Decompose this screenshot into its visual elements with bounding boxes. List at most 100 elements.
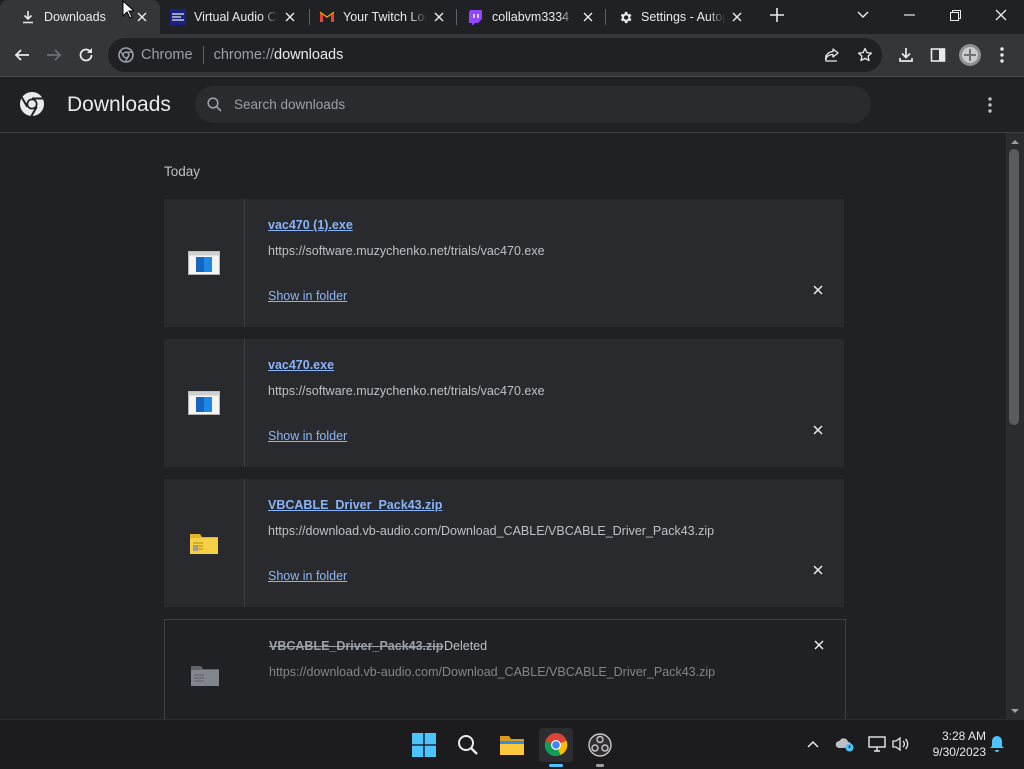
twitch-icon: [468, 9, 484, 25]
download-source-url[interactable]: https://software.muzychenko.net/trials/v…: [268, 244, 545, 258]
site-chip[interactable]: Chrome: [118, 47, 193, 63]
tab-virtual-audio-cable[interactable]: Virtual Audio Cable: [150, 0, 308, 34]
remove-from-list-button[interactable]: [807, 419, 829, 441]
download-filename-deleted: VBCABLE_Driver_Pack43.zip: [269, 639, 444, 653]
chrome-icon[interactable]: [539, 728, 573, 762]
share-icon[interactable]: [824, 47, 840, 63]
tab-title: Settings - Autoplay: [641, 10, 725, 24]
zip-folder-icon: [190, 663, 220, 687]
active-app-indicator: [549, 764, 563, 767]
close-tab-icon[interactable]: [431, 9, 447, 25]
running-app-indicator: [596, 764, 604, 767]
mouse-cursor-icon: [122, 0, 134, 19]
remove-from-list-button[interactable]: [808, 634, 830, 656]
scroll-up-arrow-icon[interactable]: [1010, 137, 1020, 147]
downloads-toolbar-button[interactable]: [890, 39, 922, 71]
chrome-logo-icon: [19, 91, 45, 117]
download-status: Deleted: [444, 639, 488, 653]
vac-site-icon: [170, 9, 186, 25]
download-icon: [20, 9, 36, 25]
remove-from-list-button[interactable]: [807, 559, 829, 581]
chrome-icon: [118, 47, 134, 63]
download-filename-link[interactable]: vac470 (1).exe: [268, 218, 353, 232]
url-host: downloads: [274, 47, 344, 63]
search-placeholder: Search downloads: [234, 97, 346, 112]
tab-title: collabvm3334: [492, 10, 570, 24]
zip-folder-icon: [189, 531, 219, 555]
notification-bell-icon[interactable]: [986, 732, 1008, 756]
downloads-list: Today vac470 (1).exe https://software.mu…: [0, 133, 1006, 719]
reload-button[interactable]: [70, 39, 102, 71]
windows-start-icon[interactable]: [407, 728, 441, 762]
file-icon-cell: [164, 199, 245, 327]
show-in-folder-link[interactable]: Show in folder: [268, 289, 347, 303]
obs-icon[interactable]: [583, 728, 617, 762]
download-filename-link[interactable]: VBCABLE_Driver_Pack43.zip: [268, 498, 442, 512]
gmail-icon: [319, 9, 335, 25]
new-tab-button[interactable]: [760, 0, 794, 30]
forward-button[interactable]: [38, 39, 70, 71]
tab-title: Your Twitch Login: [343, 10, 427, 24]
side-panel-button[interactable]: [922, 39, 954, 71]
windows-taskbar: 3:28 AM 9/30/2023: [0, 719, 1024, 769]
back-button[interactable]: [6, 39, 38, 71]
download-filename-link[interactable]: vac470.exe: [268, 358, 334, 372]
url-scheme: chrome://: [213, 47, 275, 63]
system-clock[interactable]: 3:28 AM 9/30/2023: [920, 728, 986, 760]
file-explorer-icon[interactable]: [495, 728, 529, 762]
downloads-header: Downloads Search downloads: [0, 77, 1024, 133]
bookmark-star-icon[interactable]: [857, 47, 873, 63]
search-downloads-input[interactable]: Search downloads: [195, 86, 871, 123]
file-icon-cell: [164, 479, 245, 607]
tab-twitch-login[interactable]: Your Twitch Login: [299, 0, 457, 34]
tab-strip: Downloads Virtual Audio Cable Your Twitc…: [0, 0, 1024, 34]
show-in-folder-link[interactable]: Show in folder: [268, 429, 347, 443]
tab-collabvm[interactable]: collabvm3334: [448, 0, 606, 34]
tab-title: Downloads: [44, 10, 106, 24]
address-bar[interactable]: Chrome chrome://downloads: [108, 38, 882, 72]
exe-file-icon: [188, 251, 220, 275]
network-icon[interactable]: [866, 732, 888, 756]
chrome-menu-button[interactable]: [986, 39, 1018, 71]
search-icon: [207, 97, 222, 112]
omnibox-divider: [202, 46, 204, 64]
download-source-url[interactable]: https://software.muzychenko.net/trials/v…: [268, 384, 545, 398]
more-actions-icon[interactable]: [978, 93, 1002, 117]
show-in-folder-link[interactable]: Show in folder: [268, 569, 347, 583]
date-section-header: Today: [164, 164, 201, 179]
file-icon-cell: [165, 620, 245, 719]
scroll-down-arrow-icon[interactable]: [1010, 706, 1020, 716]
download-item-deleted: VBCABLE_Driver_Pack43.zip Deleted https:…: [164, 619, 846, 719]
show-hidden-icons-chevron-icon[interactable]: [802, 732, 824, 756]
download-item: vac470 (1).exe https://software.muzychen…: [164, 199, 844, 327]
volume-icon[interactable]: [890, 732, 912, 756]
clock-time: 3:28 AM: [941, 729, 986, 743]
minimize-button[interactable]: [886, 0, 932, 30]
page-title: Downloads: [67, 93, 171, 116]
tab-downloads[interactable]: Downloads: [0, 0, 160, 34]
exe-file-icon: [188, 391, 220, 415]
download-item: VBCABLE_Driver_Pack43.zip https://downlo…: [164, 479, 844, 607]
tab-title: Virtual Audio Cable: [194, 10, 278, 24]
search-icon[interactable]: [451, 728, 485, 762]
tab-settings-autoplay[interactable]: Settings - Autoplay: [597, 0, 755, 34]
close-tab-icon[interactable]: [729, 9, 745, 25]
download-source-url[interactable]: https://download.vb-audio.com/Download_C…: [269, 665, 715, 679]
gear-icon: [617, 9, 633, 25]
close-tab-icon[interactable]: [580, 9, 596, 25]
restore-button[interactable]: [932, 0, 978, 30]
onedrive-icon[interactable]: [834, 732, 856, 756]
close-window-button[interactable]: [978, 0, 1024, 30]
file-icon-cell: [164, 339, 245, 467]
close-tab-icon[interactable]: [282, 9, 298, 25]
remove-from-list-button[interactable]: [807, 279, 829, 301]
tab-search-button[interactable]: [840, 0, 886, 30]
site-chip-label: Chrome: [141, 47, 193, 63]
download-source-url[interactable]: https://download.vb-audio.com/Download_C…: [268, 524, 714, 538]
browser-toolbar: Chrome chrome://downloads: [0, 34, 1024, 77]
scrollbar-thumb[interactable]: [1009, 149, 1019, 425]
download-item: vac470.exe https://software.muzychenko.n…: [164, 339, 844, 467]
scrollbar[interactable]: [1006, 133, 1024, 719]
profile-avatar[interactable]: [954, 39, 986, 71]
close-tab-icon[interactable]: [134, 9, 150, 25]
